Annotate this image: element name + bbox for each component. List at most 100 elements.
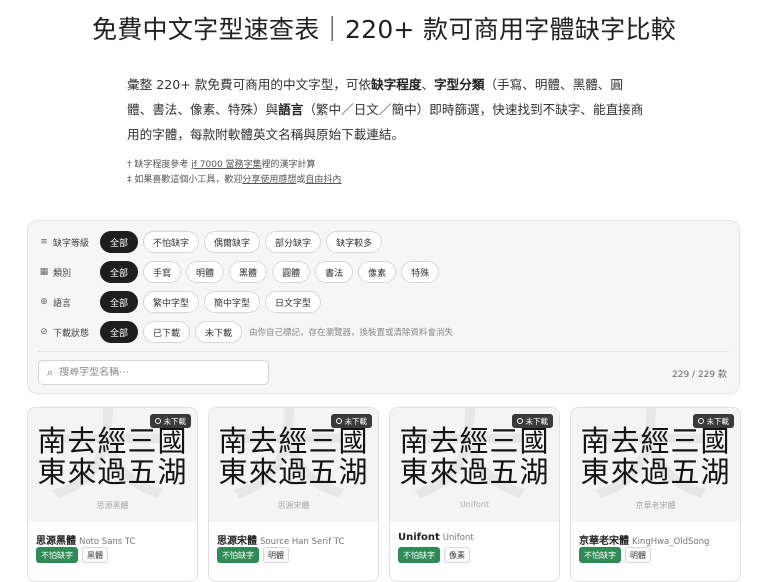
font-card[interactable]: 夭 南去經三國 東來過五湖 思源黑體 未下載 思源黑體 Noto Sans TC 不… xyxy=(27,407,198,582)
result-count: 229 / 229 款 xyxy=(672,370,727,380)
font-tags: 不怕缺字 黑體 xyxy=(36,547,112,563)
page-title: 免費中文字型速查表｜220+ 款可商用字體缺字比較 xyxy=(91,15,677,44)
font-name-en: KingHwa_OldSong xyxy=(632,537,710,547)
preview-watermark: 思源黑體 xyxy=(96,501,129,510)
font-card[interactable]: 夭 南去經三國 東來過五湖 思源宋體 未下載 思源宋體 Source Han Ser… xyxy=(208,407,379,582)
sample-text: 南去經三國 東來過五湖 xyxy=(209,426,378,488)
intro-text: 、 xyxy=(421,77,435,92)
tag-category: 明體 xyxy=(625,547,651,563)
font-name-zh: Unifont xyxy=(398,532,440,543)
font-card[interactable]: 夭 南去經三國 東來過五湖 京華老宋體 未下載 京華老宋體 KingHwa_OldS… xyxy=(570,407,741,582)
chip-missing-none[interactable]: 不怕缺字 xyxy=(143,231,200,253)
chip-category-round[interactable]: 圓體 xyxy=(272,261,311,283)
intro-paragraph: 彙整 220+ 款免費可商用的中文字型，可依缺字程度、字型分類（手寫、明體、黑體… xyxy=(127,72,647,147)
badge-text: 未下載 xyxy=(706,416,730,426)
tag-category: 黑體 xyxy=(82,547,108,563)
share-feedback-link[interactable]: 分享使用感想 xyxy=(242,175,296,185)
jf7000-link[interactable]: jf 7000 當務字集 xyxy=(191,160,261,170)
sample-text: 南去經三國 東來過五湖 xyxy=(390,426,559,488)
circle-icon xyxy=(697,418,704,424)
sample-line: 南去經三國 xyxy=(399,424,550,458)
font-card[interactable]: 夭 南去經三國 東來過五湖 Unifont 未下載 Unifont Unifont … xyxy=(389,407,560,582)
circle-icon xyxy=(335,418,342,424)
sample-line: 南去經三國 xyxy=(580,424,731,458)
chip-missing-many[interactable]: 缺字較多 xyxy=(326,231,383,253)
grid-icon: ▦ xyxy=(39,267,49,277)
chip-download-done[interactable]: 已下載 xyxy=(143,321,191,343)
font-name: 京華老宋體 KingHwa_OldSong xyxy=(579,532,709,547)
chip-category-pixel[interactable]: 像素 xyxy=(358,261,397,283)
footnote-text: 裡的漢字計算 xyxy=(261,160,316,170)
font-name: 思源黑體 Noto Sans TC xyxy=(36,532,136,547)
font-tags: 不怕缺字 明體 xyxy=(579,547,655,563)
filter-row-download: ⊘ 下載狀態 全部 已下載 未下載 由你自己標記，存在瀏覽器，換裝置或清除資料會消… xyxy=(38,320,453,344)
chip-language-jp[interactable]: 日文字型 xyxy=(265,291,322,313)
download-hint: 由你自己標記，存在瀏覽器，換裝置或清除資料會消失 xyxy=(249,328,454,338)
badge-text: 未下載 xyxy=(344,416,368,426)
chip-category-calligraphy[interactable]: 書法 xyxy=(315,261,354,283)
tag-missing-level: 不怕缺字 xyxy=(579,547,621,563)
filter-label-text: 語言 xyxy=(53,298,72,309)
search-input[interactable] xyxy=(59,367,250,378)
font-name-zh: 思源黑體 xyxy=(36,536,76,547)
check-circle-icon: ⊘ xyxy=(40,327,48,337)
intro-bold-missing: 缺字程度 xyxy=(371,77,422,92)
download-status-badge[interactable]: 未下載 xyxy=(511,414,553,428)
preview-watermark: 京華老宋體 xyxy=(635,501,676,510)
filter-label-text: 缺字等級 xyxy=(53,238,90,249)
chip-category-all[interactable]: 全部 xyxy=(100,261,139,283)
font-name-zh: 思源宋體 xyxy=(217,536,257,547)
font-name-zh: 京華老宋體 xyxy=(579,536,629,547)
sample-line: 南去經三國 xyxy=(218,424,369,458)
chip-language-sc[interactable]: 簡中字型 xyxy=(204,291,261,313)
chip-language-tc[interactable]: 繁中字型 xyxy=(143,291,200,313)
chip-language-all[interactable]: 全部 xyxy=(100,291,139,313)
search-box[interactable]: ⌕ xyxy=(38,360,269,385)
filter-label-language: ⊕ 語言 xyxy=(38,296,100,309)
footnote-text: † 缺字程度參考 xyxy=(127,160,192,170)
circle-icon xyxy=(154,418,161,424)
filter-label-download: ⊘ 下載狀態 xyxy=(38,326,100,339)
filter-label-text: 下載狀態 xyxy=(53,328,90,339)
footnote-1: † 缺字程度參考 jf 7000 當務字集裡的漢字計算 xyxy=(127,158,341,173)
chip-download-not[interactable]: 未下載 xyxy=(195,321,243,343)
tag-category: 像素 xyxy=(444,547,470,563)
chip-category-handwriting[interactable]: 手寫 xyxy=(143,261,182,283)
font-name: 思源宋體 Source Han Serif TC xyxy=(217,532,344,547)
filter-divider xyxy=(38,351,729,352)
intro-text: 彙整 220+ 款免費可商用的中文字型，可依 xyxy=(127,77,372,92)
chip-missing-occasional[interactable]: 偶爾缺字 xyxy=(204,231,261,253)
font-name-en: Source Han Serif TC xyxy=(260,537,345,547)
tag-missing-level: 不怕缺字 xyxy=(217,547,259,563)
font-name: Unifont Unifont xyxy=(398,532,474,543)
preview-watermark: 思源宋體 xyxy=(277,501,310,510)
tag-missing-level: 不怕缺字 xyxy=(36,547,78,563)
filter-label-missing: ≡ 缺字等級 xyxy=(38,236,100,249)
font-tags: 不怕缺字 明體 xyxy=(217,547,293,563)
filter-row-missing: ≡ 缺字等級 全部 不怕缺字 偶爾缺字 部分缺字 缺字較多 xyxy=(38,230,387,254)
download-status-badge[interactable]: 未下載 xyxy=(330,414,372,428)
chip-category-ming[interactable]: 明體 xyxy=(186,261,225,283)
chip-missing-all[interactable]: 全部 xyxy=(100,231,139,253)
circle-icon xyxy=(516,418,523,424)
filter-lines-icon: ≡ xyxy=(40,237,48,247)
filter-row-language: ⊕ 語言 全部 繁中字型 簡中字型 日文字型 xyxy=(38,290,326,314)
chip-category-special[interactable]: 特殊 xyxy=(401,261,440,283)
footnotes: † 缺字程度參考 jf 7000 當務字集裡的漢字計算 ‡ 如果喜歡這個小工具，… xyxy=(127,158,341,188)
chip-category-hei[interactable]: 黑體 xyxy=(229,261,268,283)
chip-download-all[interactable]: 全部 xyxy=(100,321,139,343)
download-status-badge[interactable]: 未下載 xyxy=(692,414,734,428)
font-tags: 不怕缺字 像素 xyxy=(398,547,474,563)
sample-text: 南去經三國 東來過五湖 xyxy=(571,426,740,488)
filter-panel: ≡ 缺字等級 全部 不怕缺字 偶爾缺字 部分缺字 缺字較多 ▦ 類別 全部 手寫 明… xyxy=(27,220,740,394)
sample-line: 南去經三國 xyxy=(37,424,188,458)
badge-text: 未下載 xyxy=(163,416,187,426)
tag-category: 明體 xyxy=(263,547,289,563)
intro-bold-language: 語言 xyxy=(278,102,304,117)
preview-watermark: Unifont xyxy=(459,500,490,509)
filter-label-text: 類別 xyxy=(53,268,72,279)
download-status-badge[interactable]: 未下載 xyxy=(149,414,191,428)
donate-link[interactable]: 自由抖內 xyxy=(305,175,341,185)
chip-missing-partial[interactable]: 部分缺字 xyxy=(265,231,322,253)
intro-bold-category: 字型分類 xyxy=(434,77,485,92)
